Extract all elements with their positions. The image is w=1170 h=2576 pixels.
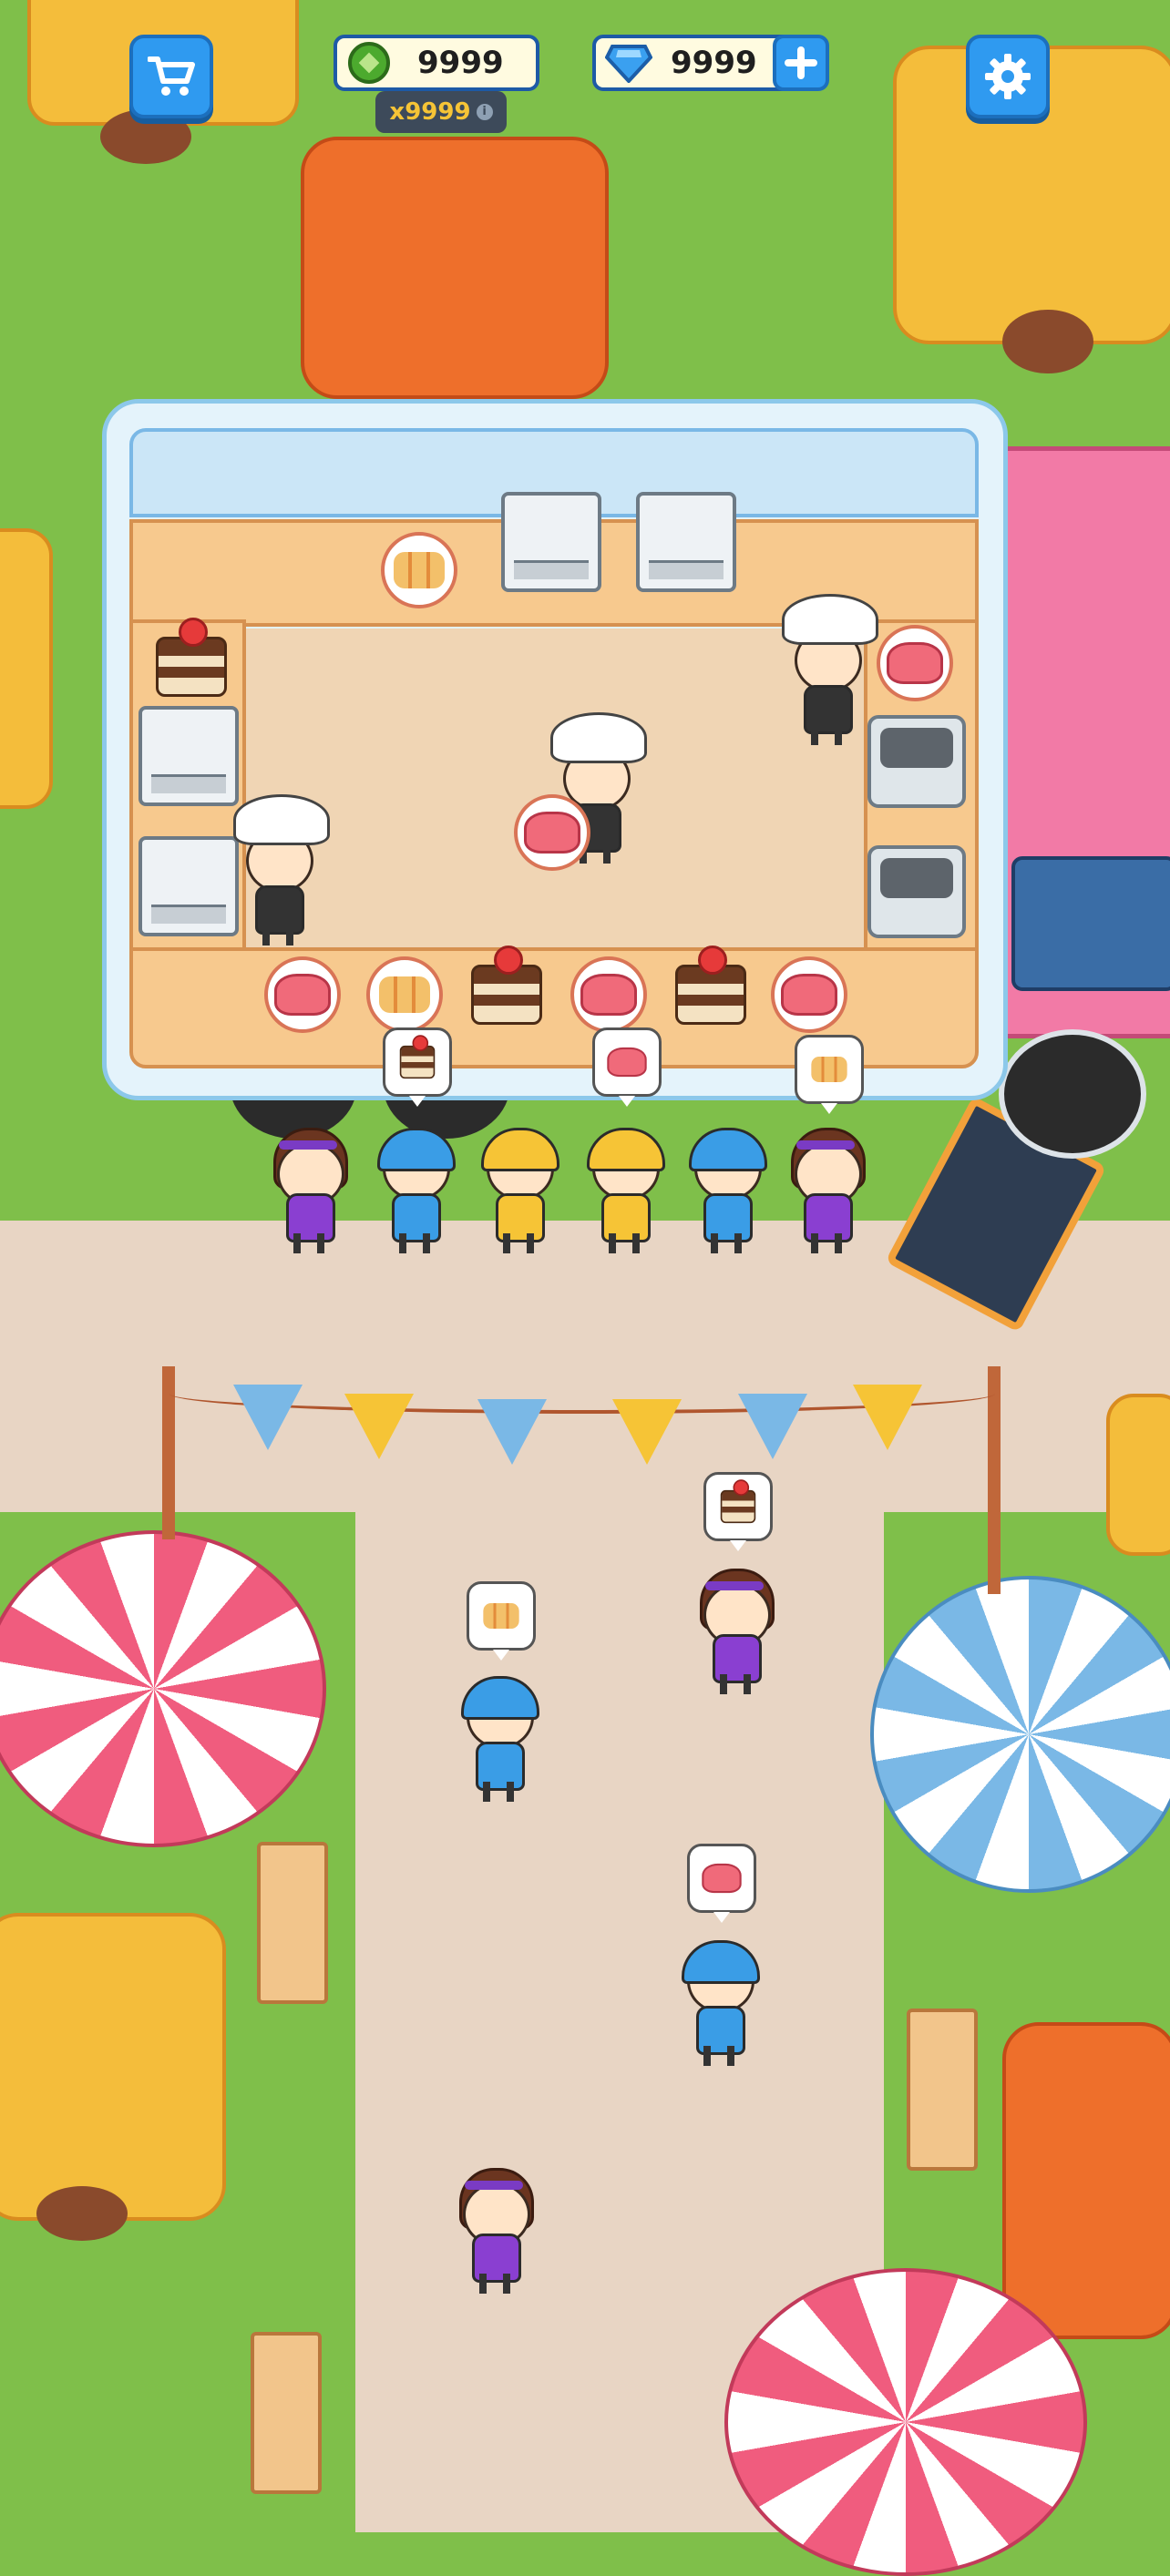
- bunting-flag: [477, 1399, 547, 1465]
- umbrella-red-bottom: [724, 2268, 1087, 2576]
- gear-icon: [985, 54, 1031, 99]
- bench: [907, 2009, 978, 2171]
- tree-trunk: [36, 2186, 128, 2241]
- bunting-flag: [612, 1399, 682, 1465]
- food-swiss-roll[interactable]: [366, 956, 443, 1033]
- oven-machine[interactable]: [636, 492, 736, 592]
- chef[interactable]: [782, 594, 878, 747]
- info-icon[interactable]: i: [476, 104, 493, 120]
- customer-girl[interactable]: [450, 2159, 538, 2295]
- gem-value: 9999: [671, 45, 757, 81]
- shopping-cart-icon: [148, 56, 195, 96]
- fryer-machine[interactable]: [867, 845, 966, 938]
- order-bubble: [383, 1027, 452, 1107]
- oven-machine[interactable]: [139, 836, 239, 936]
- bunting-flag: [344, 1394, 414, 1459]
- bunting-flag: [233, 1385, 303, 1450]
- plus-icon: [785, 46, 817, 79]
- tree-orange-bottom-right: [1002, 2022, 1170, 2339]
- customer-yellow-cap[interactable]: [474, 1119, 561, 1255]
- tree-trunk: [1002, 310, 1093, 373]
- gem-counter: 9999: [592, 35, 802, 91]
- bench: [257, 1842, 328, 2004]
- tree-orange-top-center: [301, 137, 609, 399]
- oven-machine[interactable]: [139, 706, 239, 806]
- customer-blue-cap[interactable]: [682, 1119, 769, 1255]
- bench: [251, 2332, 322, 2494]
- order-bubble: [703, 1472, 773, 1551]
- order-bubble: [687, 1844, 756, 1923]
- food-strawberry-jelly: [514, 794, 590, 871]
- cash-value: 9999: [417, 45, 504, 81]
- customer-blue-cap[interactable]: [674, 1931, 762, 2068]
- food-strawberry-jelly[interactable]: [771, 956, 847, 1033]
- food-swiss-roll[interactable]: [381, 532, 457, 608]
- chef-hat: [550, 712, 647, 763]
- settings-button[interactable]: [966, 35, 1050, 118]
- chef-hat: [233, 794, 330, 845]
- tree-yellow-right-edge: [1106, 1394, 1170, 1556]
- food-strawberry-cake[interactable]: [672, 946, 749, 1033]
- umbrella-red-left: [0, 1530, 326, 1847]
- tree-yellow-bottom-left: [0, 1913, 226, 2221]
- customer-blue-cap[interactable]: [454, 1667, 541, 1804]
- order-bubble: [467, 1581, 536, 1661]
- income-multiplier[interactable]: x9999 i: [375, 91, 507, 133]
- customer-yellow-cap[interactable]: [580, 1119, 667, 1255]
- customer-girl[interactable]: [691, 1559, 778, 1696]
- food-strawberry-jelly[interactable]: [264, 956, 341, 1033]
- bunting-pole-right: [988, 1366, 1001, 1594]
- add-gems-button[interactable]: [773, 35, 829, 91]
- shop-cart-button[interactable]: [129, 35, 213, 118]
- fryer-machine[interactable]: [867, 715, 966, 808]
- customer-blue-cap[interactable]: [370, 1119, 457, 1255]
- multiplier-value: x9999: [389, 98, 471, 126]
- cash-counter: 9999: [334, 35, 539, 91]
- bunting-flag: [738, 1394, 807, 1459]
- truck-window: [1011, 856, 1170, 991]
- bunting-flag: [853, 1385, 922, 1450]
- order-bubble: [592, 1027, 662, 1107]
- tree-yellow-left-edge: [0, 528, 53, 809]
- customer-girl[interactable]: [264, 1119, 352, 1255]
- customer-girl[interactable]: [782, 1119, 869, 1255]
- umbrella-blue-right: [870, 1576, 1170, 1893]
- oven-machine[interactable]: [501, 492, 601, 592]
- truck-wheel: [999, 1029, 1146, 1159]
- chef[interactable]: [233, 794, 330, 947]
- food-strawberry-cake[interactable]: [468, 946, 545, 1033]
- food-strawberry-jelly[interactable]: [570, 956, 647, 1033]
- gem-icon: [605, 45, 652, 83]
- food-strawberry-cake[interactable]: [153, 618, 230, 705]
- chef-hat: [782, 594, 878, 645]
- food-strawberry-jelly[interactable]: [877, 625, 953, 701]
- order-bubble: [795, 1035, 864, 1114]
- cash-icon: [348, 42, 390, 84]
